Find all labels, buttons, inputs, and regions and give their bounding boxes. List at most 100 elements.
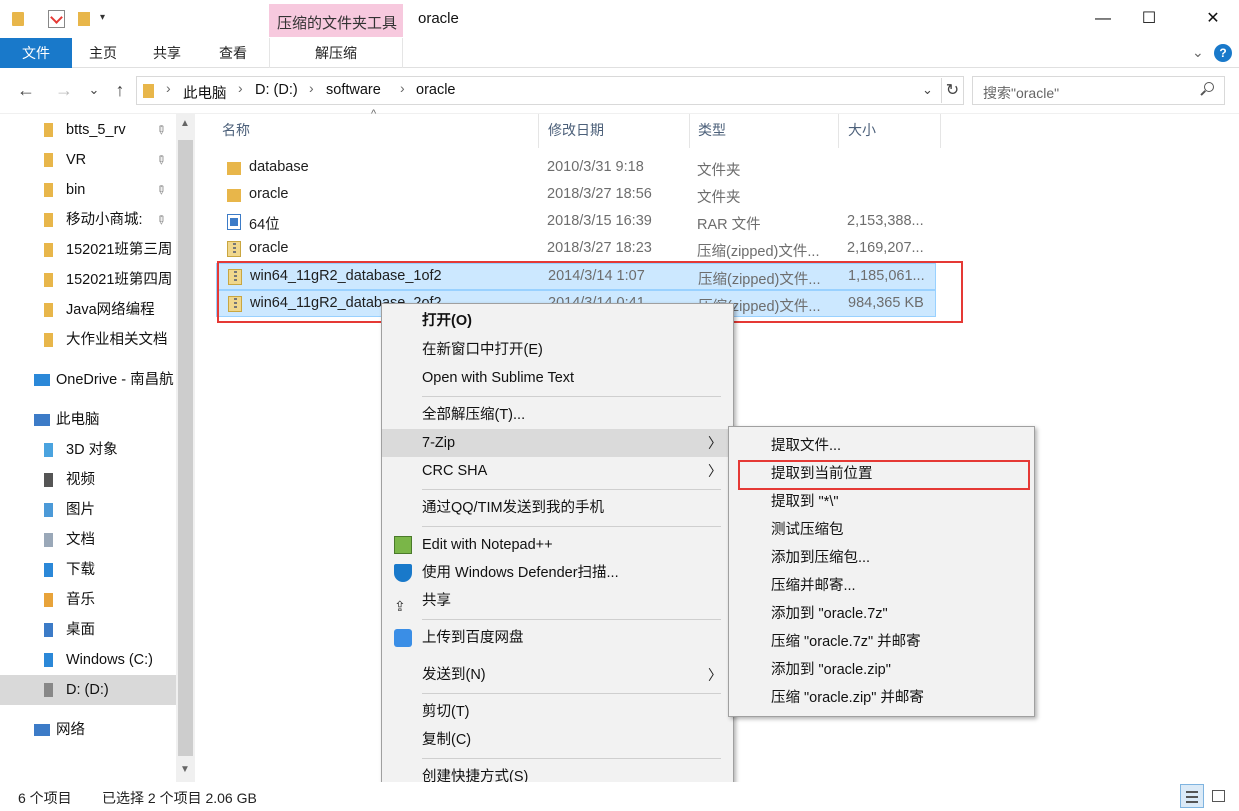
- video-icon: [44, 473, 53, 487]
- chevron-down-icon[interactable]: ⌄: [922, 82, 933, 98]
- submenu-item-compress-oracle-7z-email[interactable]: 压缩 "oracle.7z" 并邮寄: [729, 628, 1034, 656]
- network-icon: [34, 724, 50, 736]
- menu-item-send-to-phone[interactable]: 通过QQ/TIM发送到我的手机: [382, 494, 733, 522]
- close-button[interactable]: ✕: [1190, 0, 1236, 38]
- sidebar-item[interactable]: 此电脑: [0, 405, 176, 435]
- sidebar-item-label: 网络: [56, 722, 85, 738]
- sidebar-item[interactable]: 152021班第三周: [0, 235, 176, 265]
- sidebar-item[interactable]: 3D 对象: [0, 435, 176, 465]
- submenu-item-add-to-oracle-7z[interactable]: 添加到 "oracle.7z": [729, 600, 1034, 628]
- file-row[interactable]: 64位 2018/3/15 16:39 RAR 文件 2,153,388...: [216, 209, 936, 236]
- customize-toolbar-icon[interactable]: ▾: [100, 12, 105, 23]
- scroll-up-icon[interactable]: ▲: [180, 118, 190, 129]
- sidebar-item-label: Java网络编程: [66, 302, 155, 318]
- submenu-item-label: 压缩并邮寄...: [771, 578, 856, 594]
- menu-item-share[interactable]: 共享 ⇪: [382, 587, 733, 615]
- menu-item-cut[interactable]: 剪切(T): [382, 698, 733, 726]
- tab-file[interactable]: 文件: [0, 38, 72, 68]
- sidebar-item[interactable]: 桌面: [0, 615, 176, 645]
- sidebar-item[interactable]: 网络: [0, 715, 176, 745]
- file-row[interactable]: oracle 2018/3/27 18:23 压缩(zipped)文件... 2,16…: [216, 236, 936, 263]
- submenu-item-add-to-oracle-zip[interactable]: 添加到 "oracle.zip": [729, 656, 1034, 684]
- title-bar: [0, 0, 1239, 38]
- pin-icon: ✎: [152, 181, 170, 199]
- tab-share[interactable]: 共享: [134, 38, 200, 68]
- menu-item-edit-with-notepad[interactable]: Edit with Notepad++: [382, 531, 733, 559]
- sidebar-item[interactable]: Windows (C:): [0, 645, 176, 675]
- tab-view[interactable]: 查看: [200, 38, 266, 68]
- details-view-button[interactable]: [1180, 784, 1204, 808]
- folder-icon[interactable]: [12, 12, 24, 26]
- menu-item-label: 剪切(T): [422, 704, 470, 720]
- menu-item-copy[interactable]: 复制(C): [382, 726, 733, 754]
- sidebar-item[interactable]: 大作业相关文档: [0, 325, 176, 355]
- sidebar-item[interactable]: 152021班第四周: [0, 265, 176, 295]
- menu-item-open-in-new-window[interactable]: 在新窗口中打开(E): [382, 336, 733, 364]
- properties-icon[interactable]: [48, 10, 65, 28]
- sidebar-item[interactable]: 图片: [0, 495, 176, 525]
- search-input[interactable]: 搜索"oracle": [972, 76, 1225, 105]
- recent-locations-button[interactable]: ⌄: [82, 82, 106, 98]
- folder-icon: [44, 273, 53, 287]
- breadcrumb-software[interactable]: software: [326, 82, 381, 98]
- tab-home[interactable]: 主页: [72, 38, 134, 68]
- tab-extract[interactable]: 解压缩: [269, 38, 403, 68]
- breadcrumb-this-pc[interactable]: 此电脑: [183, 82, 227, 103]
- submenu-item-compress-and-email[interactable]: 压缩并邮寄...: [729, 572, 1034, 600]
- menu-item-crc-sha[interactable]: CRC SHA 〉: [382, 457, 733, 485]
- submenu-item-extract-files[interactable]: 提取文件...: [729, 432, 1034, 460]
- new-folder-icon[interactable]: [78, 12, 90, 26]
- sidebar-item[interactable]: Java网络编程: [0, 295, 176, 325]
- column-header-name[interactable]: 名称: [222, 120, 250, 140]
- menu-item-label: 复制(C): [422, 732, 472, 748]
- sidebar-item[interactable]: OneDrive - 南昌航: [0, 365, 176, 395]
- sidebar-item[interactable]: 文档: [0, 525, 176, 555]
- file-row[interactable]: oracle 2018/3/27 18:56 文件夹: [216, 182, 936, 209]
- nav-scrollbar-thumb[interactable]: [178, 140, 193, 756]
- search-icon[interactable]: [1200, 82, 1214, 96]
- sidebar-item[interactable]: 下载: [0, 555, 176, 585]
- menu-item-defender-scan[interactable]: 使用 Windows Defender扫描...: [382, 559, 733, 587]
- sidebar-item[interactable]: bin ✎: [0, 175, 176, 205]
- folder-icon: [44, 213, 53, 227]
- breadcrumb-d-drive[interactable]: D: (D:): [255, 82, 298, 98]
- sidebar-item[interactable]: 音乐: [0, 585, 176, 615]
- menu-item-upload-baidu[interactable]: 上传到百度网盘: [382, 624, 733, 652]
- forward-button[interactable]: →: [52, 80, 76, 101]
- submenu-item-compress-oracle-zip-email[interactable]: 压缩 "oracle.zip" 并邮寄: [729, 684, 1034, 712]
- file-row[interactable]: database 2010/3/31 9:18 文件夹: [216, 155, 936, 182]
- minimize-button[interactable]: —: [1080, 0, 1126, 38]
- menu-item-label: 7-Zip: [422, 435, 456, 451]
- column-header-type[interactable]: 类型: [698, 120, 726, 140]
- large-icons-view-button[interactable]: [1208, 786, 1230, 806]
- sidebar-item[interactable]: 视频: [0, 465, 176, 495]
- menu-item-7-zip[interactable]: 7-Zip 〉: [382, 429, 733, 457]
- sidebar-item-label: Windows (C:): [66, 652, 154, 668]
- submenu-item-add-to-archive[interactable]: 添加到压缩包...: [729, 544, 1034, 572]
- submenu-item-label: 提取文件...: [771, 438, 842, 454]
- refresh-button[interactable]: ↻: [941, 78, 963, 103]
- back-button[interactable]: ←: [14, 80, 38, 101]
- breadcrumb-oracle[interactable]: oracle: [416, 82, 456, 98]
- contextual-tab-group: 压缩的文件夹工具: [269, 4, 403, 37]
- column-header-modified[interactable]: 修改日期: [548, 120, 604, 140]
- ribbon-expand-icon[interactable]: ⌄: [1192, 44, 1204, 61]
- sidebar-item[interactable]: D: (D:): [0, 675, 176, 705]
- submenu-item-extract-to-folder[interactable]: 提取到 "*\": [729, 488, 1034, 516]
- sidebar-item[interactable]: VR ✎: [0, 145, 176, 175]
- submenu-item-test-archive[interactable]: 测试压缩包: [729, 516, 1034, 544]
- column-header-size[interactable]: 大小: [848, 120, 876, 140]
- file-size: 2,153,388...: [847, 213, 924, 229]
- computer-icon: [34, 414, 50, 426]
- sidebar-item-label: 大作业相关文档: [66, 332, 168, 348]
- scroll-down-icon[interactable]: ▼: [180, 764, 190, 775]
- help-icon[interactable]: ?: [1214, 44, 1232, 62]
- menu-item-send-to[interactable]: 发送到(N) 〉: [382, 661, 733, 689]
- maximize-button[interactable]: ☐: [1126, 0, 1172, 38]
- sidebar-item[interactable]: 移动小商城: ✎: [0, 205, 176, 235]
- menu-item-open-with-sublime[interactable]: Open with Sublime Text: [382, 364, 733, 392]
- menu-item-open[interactable]: 打开(O): [382, 307, 733, 335]
- sidebar-item[interactable]: btts_5_rv ✎: [0, 115, 176, 145]
- menu-item-extract-all[interactable]: 全部解压缩(T)...: [382, 401, 733, 429]
- up-button[interactable]: ↑: [108, 80, 132, 101]
